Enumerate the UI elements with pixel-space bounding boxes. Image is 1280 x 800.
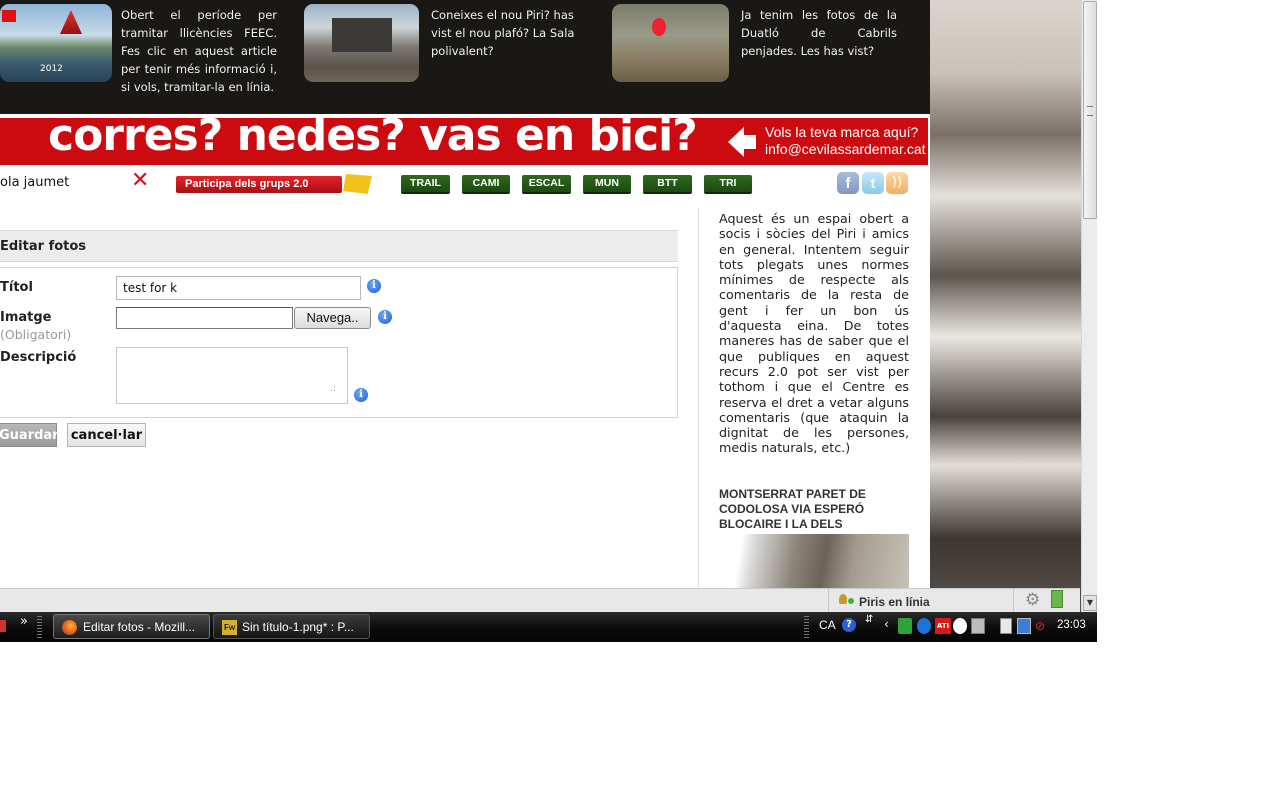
tray-refresh-icon[interactable] [917, 618, 931, 634]
tray-ati-icon[interactable]: ATI [935, 618, 951, 634]
vertical-scrollbar[interactable]: ▼ [1081, 0, 1097, 612]
facebook-icon[interactable]: f [837, 172, 859, 194]
section-title: Editar fotos [0, 239, 87, 254]
logout-x-icon[interactable]: ✕ [131, 169, 149, 193]
tray-device-icon[interactable] [1000, 618, 1012, 634]
firefox-icon [62, 620, 77, 635]
twitter-icon[interactable]: t [862, 172, 884, 194]
title-label: Títol [0, 280, 33, 295]
arrow-left-icon [728, 127, 744, 157]
category-tri-button[interactable]: TRI [704, 175, 752, 192]
description-label: Descripció [0, 350, 77, 365]
chat-online-tab[interactable]: Piris en línia [828, 588, 1014, 612]
news-item-2[interactable]: Coneixes el nou Piri? has vist el nou pl… [431, 6, 581, 60]
category-btt-button[interactable]: BTT [643, 175, 692, 192]
banner-ad-line1: Vols la teva marca aquí? [765, 124, 919, 140]
ad-banner[interactable]: corres? nedes? vas en bici? Vols la teva… [0, 118, 928, 165]
tray-expand-icon[interactable]: ‹ [884, 617, 889, 631]
participate-groups-button[interactable]: Participa dels grups 2.0 [176, 176, 342, 193]
image-info-icon[interactable]: i [378, 310, 392, 324]
taskbar-grip [37, 616, 42, 638]
news-thumb-caption: 2012 [40, 64, 63, 74]
title-input[interactable] [116, 276, 361, 300]
task-fireworks-label: Sin título-1.png* : P... [242, 620, 354, 634]
quicklaunch-chevron[interactable]: » [20, 614, 28, 629]
scrollbar-thumb[interactable] [1083, 1, 1097, 219]
tray-panda-icon[interactable] [953, 618, 967, 634]
mountain-flag-icon [60, 10, 82, 34]
sidebar-post-image[interactable] [719, 534, 909, 588]
background-mountain-image [930, 0, 1081, 612]
cyclist-image [652, 18, 666, 36]
online-dot-icon [848, 598, 854, 604]
username: ola jaumet [0, 175, 70, 190]
task-firefox-label: Editar fotos - Mozill... [83, 620, 196, 634]
save-label: Guardar [0, 428, 59, 443]
fireworks-icon: Fw [222, 620, 237, 635]
cancel-label: cancel·lar [70, 428, 143, 443]
task-fireworks[interactable]: Fw Sin título-1.png* : P... [213, 614, 370, 639]
building-image [332, 18, 392, 52]
resize-grip-icon[interactable]: .: [330, 385, 336, 394]
clock[interactable]: 23:03 [1057, 619, 1086, 631]
language-indicator[interactable]: CA [819, 618, 836, 632]
category-trail-button[interactable]: TRAIL [401, 175, 450, 192]
news-thumbnail-1[interactable]: 2012 [0, 4, 112, 82]
rss-icon[interactable]: )) [886, 172, 908, 194]
online-users-icon [839, 594, 847, 604]
banner-slogan: corres? nedes? vas en bici? [48, 118, 698, 161]
tray-monitor-icon[interactable] [971, 618, 985, 634]
browse-label: Navega.. [306, 310, 359, 325]
banner-ad-text: Vols la teva marca aquí? info@cevilassar… [765, 124, 926, 158]
quicklaunch-icon[interactable] [0, 620, 6, 632]
image-required-note: (Obligatori) [0, 327, 72, 342]
chat-settings-gear-icon[interactable]: ⚙ [1025, 590, 1040, 610]
browse-button[interactable]: Navega.. [294, 307, 371, 329]
participate-groups-label: Participa dels grups 2.0 [185, 178, 309, 190]
news-strip: 2012 Obert el període per tramitar llicè… [0, 0, 930, 114]
chat-status-icon[interactable] [1051, 590, 1063, 608]
chat-online-label: Piris en línia [859, 595, 930, 609]
image-file-input[interactable] [116, 307, 293, 329]
sidebar-divider [698, 208, 699, 588]
category-escal-button[interactable]: ESCAL [522, 175, 571, 192]
banner-ad-email[interactable]: info@cevilassardemar.cat [765, 141, 926, 158]
tray-mute-icon[interactable]: ⊘ [1035, 618, 1049, 634]
scroll-down-arrow[interactable]: ▼ [1083, 595, 1097, 611]
image-label: Imatge [0, 310, 52, 325]
cancel-button[interactable]: cancel·lar [67, 423, 146, 447]
news-item-1[interactable]: Obert el període per tramitar llicències… [121, 6, 277, 96]
tray-grip [804, 616, 809, 638]
category-mun-button[interactable]: MUN [583, 175, 631, 192]
sidebar-description: Aquest és un espai obert a socis i sòcie… [719, 211, 909, 456]
news-thumbnail-2[interactable] [304, 4, 419, 82]
tray-check-icon[interactable] [898, 618, 912, 634]
edit-section-header: Editar fotos [0, 230, 678, 262]
scrollbar-grip-icon [1087, 106, 1093, 116]
help-icon[interactable]: ? [842, 618, 856, 632]
category-cami-button[interactable]: CAMI [462, 175, 510, 192]
news-item-3[interactable]: Ja tenim les fotos de la Duatló de Cabri… [741, 6, 897, 60]
description-info-icon[interactable]: i [354, 388, 368, 402]
task-firefox[interactable]: Editar fotos - Mozill... [53, 614, 210, 639]
feec-logo-icon [2, 10, 16, 22]
groups-logo-icon [343, 174, 372, 194]
save-button[interactable]: Guardar [0, 423, 59, 447]
description-textarea[interactable] [116, 347, 348, 404]
tray-network-icon[interactable] [1017, 618, 1031, 634]
title-info-icon[interactable]: i [367, 279, 381, 293]
tray-arrows-icon[interactable]: ⇵ [865, 615, 873, 625]
arrow-left-shaft [743, 135, 756, 149]
news-thumbnail-3[interactable] [612, 4, 729, 82]
